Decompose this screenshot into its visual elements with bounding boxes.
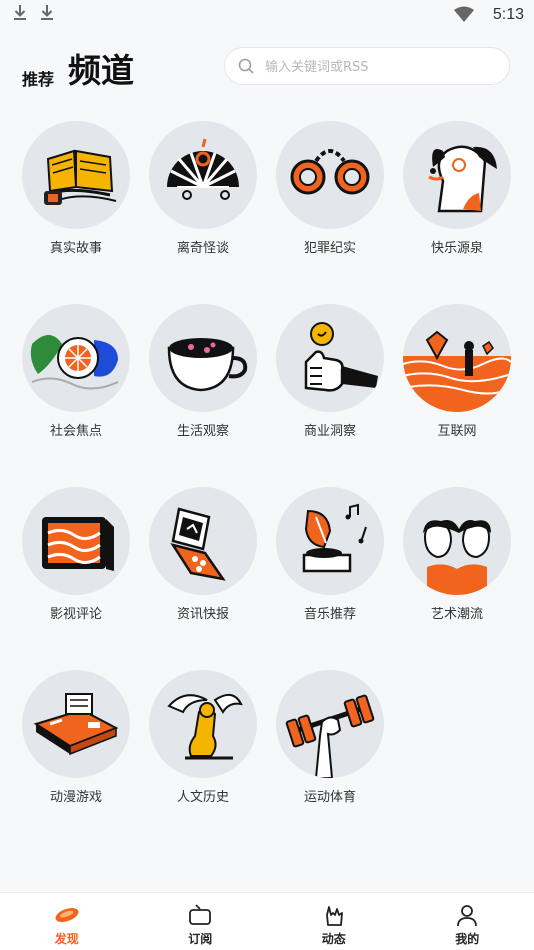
search-icon [238, 58, 255, 75]
search-input[interactable] [263, 54, 497, 80]
channel-item[interactable]: 生活观察 [149, 304, 257, 440]
channel-item[interactable]: 运动体育 [276, 670, 384, 806]
flip-phone-icon [149, 487, 257, 595]
channel-cover [149, 487, 257, 595]
channel-label: 真实故事 [22, 241, 130, 257]
channel-item[interactable]: 影视评论 [22, 487, 130, 623]
wifi-icon [454, 6, 474, 22]
channel-cover [149, 670, 257, 778]
channel-label: 快乐源泉 [403, 241, 511, 257]
channel-label: 互联网 [403, 424, 511, 440]
channel-cover [403, 121, 511, 229]
channel-cover [22, 670, 130, 778]
status-bar: 5:13 [0, 0, 534, 30]
film-screen-icon [22, 487, 130, 595]
tab-recommend[interactable]: 推荐 [22, 66, 54, 90]
tab-channels[interactable]: 频道 [68, 44, 134, 92]
person-icon [455, 903, 479, 927]
channel-cover [276, 487, 384, 595]
nav-discover[interactable]: 发现 [0, 893, 134, 950]
coffee-cup-icon [149, 304, 257, 412]
channel-label: 人文历史 [149, 790, 257, 806]
channel-label: 音乐推荐 [276, 607, 384, 623]
handcuffs-icon [276, 121, 384, 229]
hand-rock-icon [322, 903, 346, 927]
channel-cover [149, 304, 257, 412]
channel-item[interactable]: 商业洞察 [276, 304, 384, 440]
channel-cover [276, 670, 384, 778]
channel-cover [276, 121, 384, 229]
nav-mine[interactable]: 我的 [401, 893, 534, 950]
channel-label: 商业洞察 [276, 424, 384, 440]
bottom-navigation: 发现 订阅 动态 我的 [0, 892, 534, 950]
clock: 5:13 [493, 6, 524, 24]
channel-label: 社会焦点 [22, 424, 130, 440]
channel-label: 动漫游戏 [22, 790, 130, 806]
channel-cover [276, 304, 384, 412]
search-box[interactable] [224, 47, 510, 85]
channel-item[interactable]: 犯罪纪实 [276, 121, 384, 257]
channel-grid: 真实故事 离奇怪谈 犯罪纪实 [22, 121, 512, 806]
nav-label: 订阅 [134, 930, 268, 947]
channel-item[interactable]: 社会焦点 [22, 304, 130, 440]
tv-icon [188, 903, 212, 927]
nav-label: 动态 [267, 930, 401, 947]
nav-label: 发现 [0, 930, 134, 947]
channel-label: 影视评论 [22, 607, 130, 623]
target-waves-icon [22, 304, 130, 412]
nav-subscribe[interactable]: 订阅 [134, 893, 268, 950]
dumbbell-icon [276, 670, 384, 778]
game-console-icon [22, 670, 130, 778]
channel-label: 运动体育 [276, 790, 384, 806]
channel-item[interactable]: 动漫游戏 [22, 670, 130, 806]
channel-cover [149, 121, 257, 229]
discover-icon [55, 903, 79, 927]
channel-cover [403, 487, 511, 595]
channel-item[interactable]: 资讯快报 [149, 487, 257, 623]
nav-activity[interactable]: 动态 [267, 893, 401, 950]
happy-dog-icon [403, 121, 511, 229]
gramophone-icon [276, 487, 384, 595]
channel-item[interactable]: 人文历史 [149, 670, 257, 806]
channel-item[interactable]: 离奇怪谈 [149, 121, 257, 257]
channel-label: 生活观察 [149, 424, 257, 440]
channel-item[interactable]: 快乐源泉 [403, 121, 511, 257]
open-book-icon [22, 121, 130, 229]
channel-item[interactable]: 音乐推荐 [276, 487, 384, 623]
two-faces-icon [403, 487, 511, 595]
channel-cover [403, 304, 511, 412]
channel-cover [22, 121, 130, 229]
channel-item[interactable]: 艺术潮流 [403, 487, 511, 623]
channel-label: 资讯快报 [149, 607, 257, 623]
channel-label: 离奇怪谈 [149, 241, 257, 257]
channel-label: 犯罪纪实 [276, 241, 384, 257]
thumbs-up-coin-icon [276, 304, 384, 412]
channel-cover [22, 487, 130, 595]
channel-cover [22, 304, 130, 412]
sphinx-icon [149, 670, 257, 778]
channel-item[interactable]: 真实故事 [22, 121, 130, 257]
folding-fan-icon [149, 121, 257, 229]
download-icon [40, 4, 54, 22]
channel-label: 艺术潮流 [403, 607, 511, 623]
download-icon [13, 4, 27, 22]
sea-figure-icon [403, 304, 511, 412]
nav-label: 我的 [401, 930, 534, 947]
channel-item[interactable]: 互联网 [403, 304, 511, 440]
